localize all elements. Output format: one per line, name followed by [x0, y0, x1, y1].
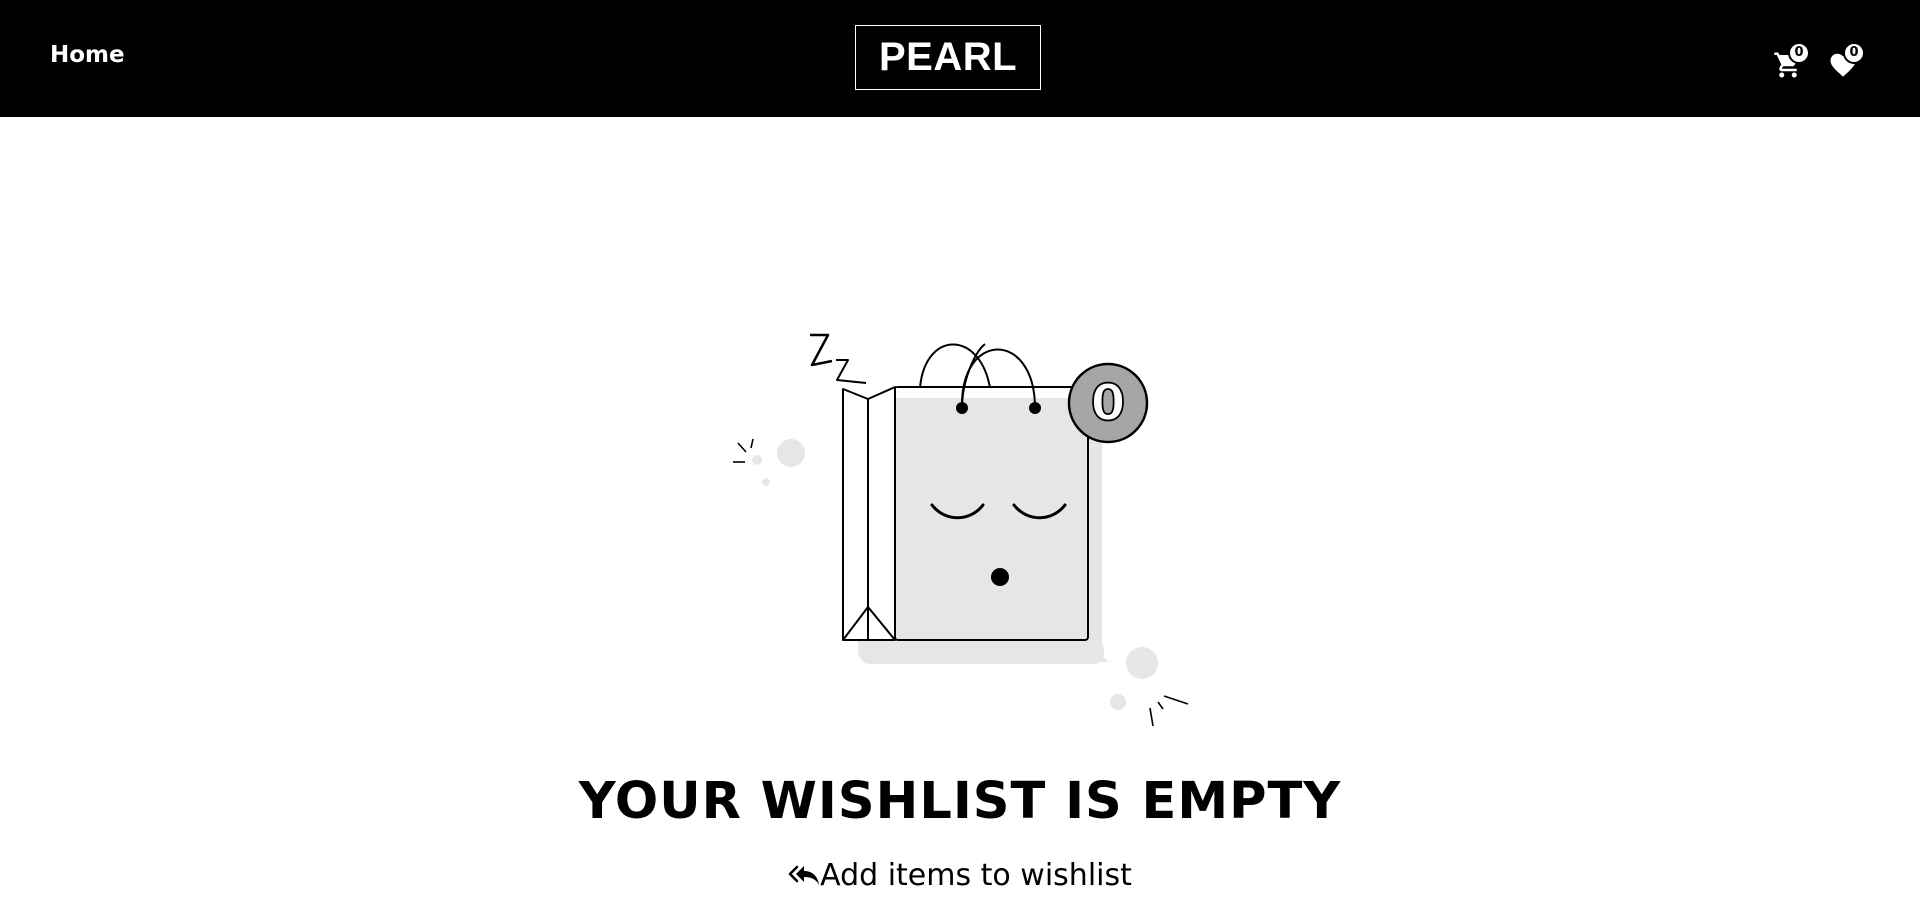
bubble-left-small	[752, 455, 762, 465]
brand-name: PEARL	[878, 35, 1018, 79]
sleep-z-small	[836, 359, 867, 384]
wishlist-count-badge: 0	[1843, 42, 1865, 64]
spark-line-2	[737, 442, 747, 453]
bag-count-text: 0	[1091, 374, 1126, 432]
add-items-link-row: Add items to wishlist	[0, 858, 1920, 897]
bag-front	[894, 386, 1089, 641]
nav-home-link[interactable]: Home	[50, 42, 125, 68]
sleep-z-large	[810, 333, 833, 367]
handle-rivet-right	[1029, 402, 1041, 414]
mouth	[991, 568, 1009, 586]
double-reply-arrow-icon	[788, 865, 820, 885]
empty-bag-illustration: 0	[733, 333, 1189, 727]
bag-side-fold	[867, 386, 896, 641]
empty-wishlist-title: YOUR WISHLIST IS EMPTY	[578, 772, 1342, 831]
cart-count-badge: 0	[1788, 42, 1810, 64]
handle-rivet-left	[956, 402, 968, 414]
bag-front-top-band	[896, 388, 1087, 398]
spark-line-6	[1149, 707, 1154, 727]
bubble-left-tiny	[762, 478, 770, 486]
brand-logo[interactable]: PEARL	[855, 25, 1041, 90]
bag-shadow-bottom	[860, 640, 1104, 664]
bag-side-panel	[842, 388, 869, 641]
add-items-link[interactable]: Add items to wishlist	[788, 858, 1132, 893]
cart-button[interactable]: 0	[1773, 42, 1813, 82]
bubble-left-large	[777, 439, 805, 467]
bubble-right-small	[1110, 694, 1126, 710]
wishlist-button[interactable]: 0	[1828, 42, 1868, 82]
spark-line-3	[750, 438, 754, 449]
navbar: Home PEARL 0 0	[0, 0, 1920, 117]
spark-line-4	[1163, 695, 1189, 705]
add-items-label: Add items to wishlist	[820, 858, 1132, 893]
spark-line-5	[1157, 701, 1164, 710]
bubble-right-large	[1126, 647, 1158, 679]
